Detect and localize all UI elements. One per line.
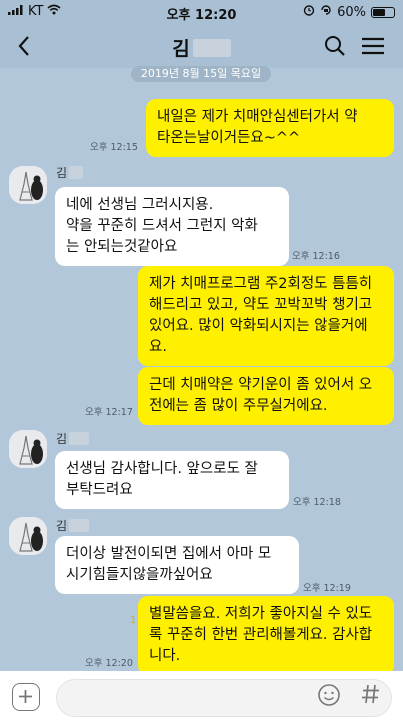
blurred-sender-name <box>69 519 90 532</box>
sender-name: 김 <box>56 517 90 534</box>
menu-button[interactable] <box>359 32 387 60</box>
message-bubble-sent[interactable]: 내일은 제가 치매안심센터가서 약 타온는날이거든요~^^ <box>146 99 394 157</box>
message-time: 오후 12:20 <box>85 658 133 669</box>
date-divider: 2019년 8월 15일 목요일 <box>131 66 271 82</box>
hash-icon <box>362 684 379 704</box>
chat-title-text: 김 <box>172 38 190 60</box>
message-bubble-sent[interactable]: 별말씀을요. 저희가 좋아지실 수 있도 록 꾸준히 한번 관리해볼게요. 감사… <box>138 596 394 675</box>
avatar[interactable] <box>9 517 47 555</box>
message-bubble-received[interactable]: 네에 선생님 그러시지용. 약을 꾸준히 드셔서 그런지 악화 는 안되는것같아… <box>55 187 289 266</box>
hash-button[interactable] <box>360 683 382 707</box>
blurred-sender-name <box>69 166 84 179</box>
battery-fill <box>373 8 385 16</box>
sender-name-text: 김 <box>56 166 68 180</box>
chat-header: 김 <box>0 24 403 68</box>
message-time: 오후 12:16 <box>292 251 340 262</box>
message-input[interactable] <box>57 680 297 716</box>
message-time: 오후 12:15 <box>90 142 138 153</box>
search-icon <box>325 36 345 56</box>
hamburger-menu-icon <box>362 37 384 55</box>
status-bar: KT 오후 12:20 60% <box>0 0 403 24</box>
battery-icon <box>371 6 395 18</box>
message-time: 오후 12:17 <box>85 407 133 418</box>
sender-name-text: 김 <box>56 432 68 446</box>
eiffel-tower-photo-icon <box>9 166 47 204</box>
sender-name: 김 <box>56 164 84 181</box>
message-time: 오후 12:19 <box>303 583 351 594</box>
plus-icon <box>19 690 32 703</box>
rotation-lock-icon <box>320 4 332 20</box>
emoji-button[interactable] <box>317 683 341 707</box>
battery-percent: 60% <box>337 4 366 20</box>
eiffel-tower-photo-icon <box>9 430 47 468</box>
message-input-wrap <box>56 679 392 717</box>
blurred-name <box>192 38 231 57</box>
search-button[interactable] <box>321 32 349 60</box>
emoji-icon <box>318 684 340 706</box>
sender-name: 김 <box>56 430 90 447</box>
message-bubble-sent[interactable]: 제가 치매프로그램 주2회정도 틈틈히 해드리고 있고, 약도 꼬박꼬박 챙기고… <box>138 266 394 366</box>
blurred-sender-name <box>69 432 90 445</box>
message-bubble-received[interactable]: 선생님 감사합니다. 앞으로도 잘 부탁드려요 <box>55 451 289 509</box>
sender-name-text: 김 <box>56 519 68 533</box>
attach-button[interactable] <box>12 683 40 711</box>
eiffel-tower-photo-icon <box>9 517 47 555</box>
alarm-icon <box>303 4 315 20</box>
avatar[interactable] <box>9 166 47 204</box>
message-bubble-sent[interactable]: 근데 치매약은 약기운이 좀 있어서 오 전에는 좀 많이 주무실거에요. <box>138 367 394 425</box>
message-time: 오후 12:18 <box>293 497 341 508</box>
message-bubble-received[interactable]: 더이상 발전이되면 집에서 아마 모 시기힘들지않을까싶어요 <box>55 536 299 594</box>
status-right: 60% <box>303 4 395 20</box>
unread-count: 1 <box>130 615 137 626</box>
message-input-bar <box>0 671 403 728</box>
avatar[interactable] <box>9 430 47 468</box>
